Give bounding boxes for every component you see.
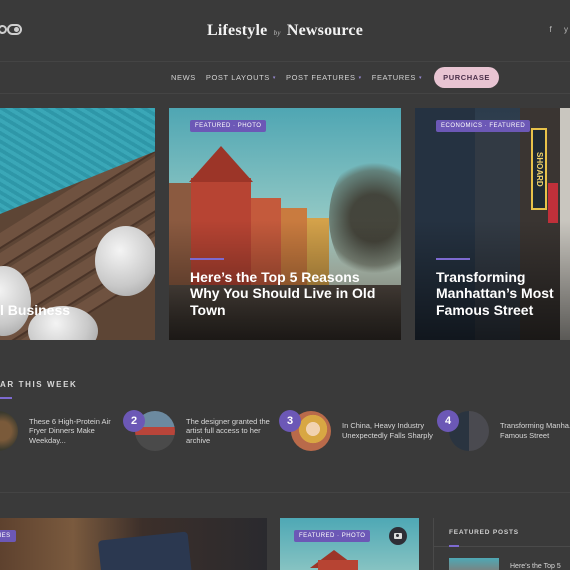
- article-card[interactable]: FEATURED · PHOTO: [280, 518, 419, 570]
- nav-item-label: POST FEATURES: [286, 73, 356, 82]
- list-item-title[interactable]: In China, Heavy Industry Unexpectedly Fa…: [342, 421, 442, 440]
- widget-underline: [434, 545, 570, 547]
- section-underline: [0, 397, 12, 399]
- thumbnail[interactable]: [0, 411, 18, 451]
- nav-item-label: NEWS: [170, 73, 196, 82]
- article-image: [97, 531, 193, 570]
- purchase-button[interactable]: PURCHASE: [434, 67, 500, 88]
- social-links: f y: [540, 25, 568, 34]
- nav-item-news[interactable]: NEWS: [171, 73, 196, 82]
- list-item-title[interactable]: Transforming Manha... Most Famous Street: [500, 421, 570, 440]
- category-badge[interactable]: FEATURED · PHOTO: [294, 530, 371, 542]
- article-card[interactable]: VIES: [0, 518, 267, 570]
- nav-item-label: POST LAYOUTS: [205, 73, 270, 82]
- category-badge[interactable]: ECONOMICS · FEATURED: [436, 120, 531, 132]
- nav-item-post-features[interactable]: POST FEATURES ▾: [286, 73, 362, 82]
- category-badge[interactable]: VIES: [0, 530, 16, 542]
- logo-by: by: [273, 29, 281, 37]
- hero-card[interactable]: l Business: [0, 108, 155, 340]
- list-item[interactable]: 4 Transforming Manha... Most Famous Stre…: [437, 410, 570, 452]
- hero-card[interactable]: SHOARD ECONOMICS · FEATURED Transforming…: [415, 108, 570, 340]
- list-item-title[interactable]: The designer granted the artist full acc…: [186, 417, 286, 446]
- hero-title[interactable]: Here’s the Top 5 Reasons Why You Should …: [190, 258, 387, 319]
- hero-title[interactable]: l Business: [0, 302, 141, 319]
- thumbnail[interactable]: [449, 558, 499, 570]
- hero-card[interactable]: FEATURED · PHOTO Here’s the Top 5 Reason…: [169, 108, 401, 340]
- nav-item-label: FEATURES: [371, 73, 417, 82]
- top-bar: Lifestyle by Newsource f y: [0, 0, 570, 62]
- social-icon[interactable]: y: [564, 25, 568, 34]
- category-badge[interactable]: FEATURED · PHOTO: [190, 120, 267, 132]
- article-image: [318, 560, 358, 570]
- chevron-down-icon: ▾: [358, 74, 362, 81]
- camera-icon: [389, 527, 407, 545]
- logo-brand: Newsource: [286, 22, 364, 39]
- site-logo[interactable]: Lifestyle by Newsource: [0, 22, 570, 40]
- logo-main: Lifestyle: [206, 22, 268, 39]
- list-item[interactable]: 3 In China, Heavy Industry Unexpectedly …: [279, 410, 442, 452]
- featured-posts-widget: FEATURED POSTS Here’s the Top 5: [433, 518, 570, 570]
- main-nav: NEWS POST LAYOUTS ▾ POST FEATURES ▾ FEAT…: [0, 62, 570, 94]
- section-heading: AR THIS WEEK: [0, 380, 78, 389]
- facebook-icon[interactable]: f: [550, 25, 552, 34]
- nav-item-post-layouts[interactable]: POST LAYOUTS ▾: [206, 73, 276, 82]
- widget-title: FEATURED POSTS: [449, 529, 519, 536]
- rank-badge: 3: [279, 410, 301, 432]
- nav-item-features[interactable]: FEATURES ▾: [372, 73, 422, 82]
- shop-sign: SHOARD: [531, 128, 547, 210]
- chevron-down-icon: ▾: [419, 74, 423, 81]
- rank-badge: 2: [123, 410, 145, 432]
- list-item[interactable]: 2 The designer granted the artist full a…: [123, 410, 286, 452]
- hero-title[interactable]: Transforming Manhattan’s Most Famous Str…: [436, 258, 570, 319]
- featured-post-title[interactable]: Here’s the Top 5: [510, 563, 561, 570]
- rank-badge: 4: [437, 410, 459, 432]
- list-item[interactable]: These 6 High-Protein Air Fryer Dinners M…: [0, 410, 129, 452]
- divider: [0, 492, 570, 493]
- list-item-title[interactable]: These 6 High-Protein Air Fryer Dinners M…: [29, 417, 129, 446]
- chevron-down-icon: ▾: [272, 74, 277, 81]
